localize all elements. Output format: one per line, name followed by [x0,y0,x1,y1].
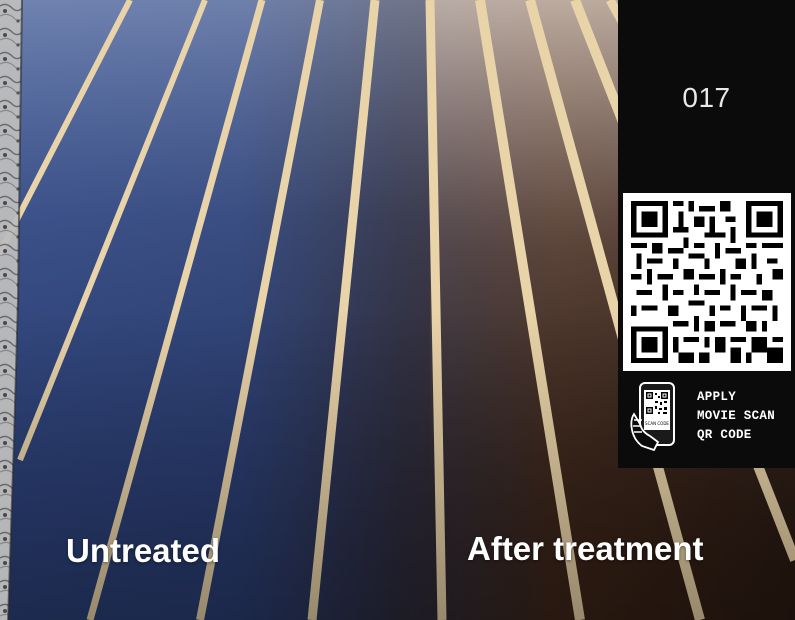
page-number: 017 [682,82,731,113]
qr-code[interactable] [623,193,791,371]
scan-instructions: SCAN CODE APPLY MOVIE SCAN QR CODE [618,376,795,456]
scan-cta-line-2: MOVIE SCAN [697,409,776,423]
scan-cta-line-1: APPLY [697,390,737,404]
scan-cta-line-3: QR CODE [697,428,752,442]
phone-screen-label: SCAN CODE [645,421,669,426]
phone-scan-icon: SCAN CODE [630,382,675,452]
untreated-label: Untreated [66,532,221,569]
scan-cta-text: APPLY MOVIE SCAN QR CODE [697,388,775,445]
side-panel: 017 SCAN CODE APPLY MOVIE SCAN QR CODE [618,0,795,468]
after-treatment-label: After treatment [467,530,704,567]
qr-code-icon [631,201,783,363]
